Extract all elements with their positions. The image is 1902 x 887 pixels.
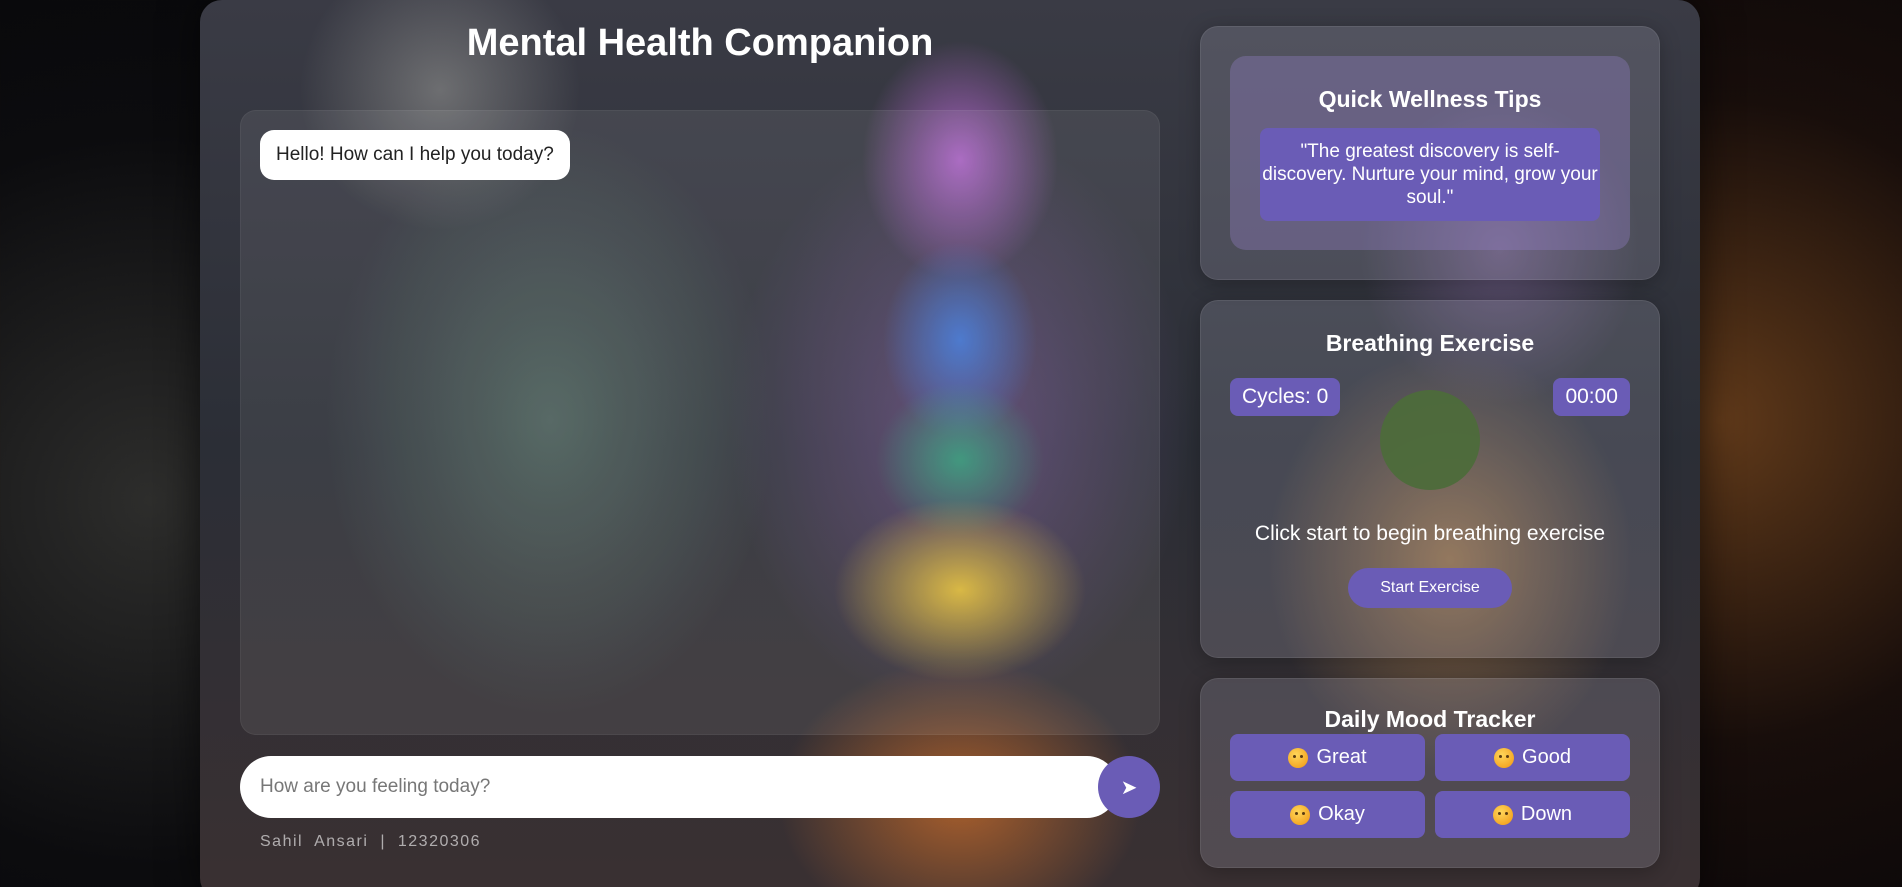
wellness-quote: "The greatest discovery is self-discover… [1260, 128, 1600, 221]
send-button[interactable]: ➤ [1098, 756, 1160, 818]
mood-great-button[interactable]: Great [1230, 734, 1425, 781]
mood-label: Okay [1318, 803, 1365, 825]
flushed-face-icon [1494, 747, 1515, 768]
start-exercise-button[interactable]: Start Exercise [1348, 568, 1512, 608]
breathing-timer: 00:00 [1553, 378, 1630, 416]
wellness-tips-title: Quick Wellness Tips [1318, 86, 1542, 112]
mood-label: Down [1520, 803, 1573, 825]
smiling-face-icon [1288, 747, 1309, 768]
mood-tracker-title: Daily Mood Tracker [1324, 706, 1536, 732]
breathing-circle [1380, 390, 1480, 490]
chat-input[interactable] [240, 756, 1118, 818]
mood-options: Great Good Okay Down [1230, 734, 1630, 838]
bot-message-bubble: Hello! How can I help you today? [260, 130, 570, 180]
chat-messages-area[interactable]: Hello! How can I help you today? [240, 110, 1160, 735]
send-icon: ➤ [1120, 776, 1138, 799]
breathing-exercise-card: Breathing Exercise Cycles: 0 00:00 Click… [1200, 300, 1660, 658]
footer-credit: Sahil Ansari | 12320306 [260, 833, 482, 850]
page-title: Mental Health Companion [466, 22, 934, 64]
mood-down-button[interactable]: Down [1435, 791, 1630, 838]
mood-label: Good [1522, 746, 1571, 768]
neutral-face-icon [1290, 804, 1311, 825]
mood-okay-button[interactable]: Okay [1230, 791, 1425, 838]
breathing-title: Breathing Exercise [1325, 330, 1535, 356]
pensive-face-icon [1492, 804, 1513, 825]
wellness-tips-card: Quick Wellness Tips "The greatest discov… [1200, 26, 1660, 280]
cycles-counter: Cycles: 0 [1230, 378, 1341, 416]
wellness-tips-inner: Quick Wellness Tips "The greatest discov… [1230, 56, 1630, 250]
mood-label: Great [1316, 746, 1367, 768]
breathing-instruction: Click start to begin breathing exercise [1254, 522, 1606, 545]
mood-tracker-card: Daily Mood Tracker Great Good Okay Down [1200, 678, 1660, 868]
mood-good-button[interactable]: Good [1435, 734, 1630, 781]
